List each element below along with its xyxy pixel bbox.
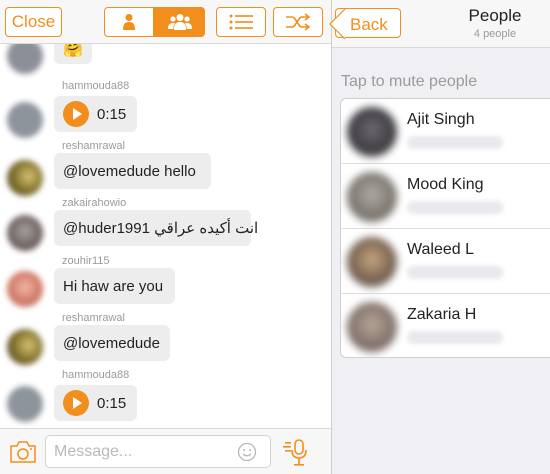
message-username: zouhir115 [62,255,110,267]
audio-duration: 0:15 [97,105,127,123]
message-bubble: @lovemedude hello [54,153,211,189]
avatar[interactable] [7,386,43,422]
back-chevron-icon [329,8,346,40]
audio-duration: 0:15 [97,394,127,412]
audio-message[interactable]: 0:15 [54,385,137,421]
message-username: reshamrawal [62,140,125,152]
person-row[interactable]: Mood King [341,164,550,229]
message-feed[interactable]: 🤗 hammouda88 0:15 reshamrawal @lovemedud… [0,44,331,428]
message-username: zakairahowio [62,197,127,209]
people-list: Ajit Singh Mood King Waleed L Zakaria H [340,98,550,358]
avatar [347,172,397,222]
person-name: Ajit Singh [407,111,475,128]
person-detail [407,331,503,344]
person-row[interactable]: Waleed L [341,229,550,294]
message-text: 🤗 [63,44,83,58]
play-icon[interactable] [63,101,89,127]
message-username: hammouda88 [62,369,130,381]
message-bubble: @lovemedude [54,325,170,361]
close-button[interactable]: Close [5,7,62,37]
person-row[interactable]: Ajit Singh [341,99,550,164]
smiley-icon[interactable] [237,442,257,462]
mute-hint: Tap to mute people [341,73,478,90]
people-toolbar: Back People 4 people [329,0,550,48]
page-title: People [468,6,522,25]
person-row[interactable]: Zakaria H [341,294,550,357]
camera-icon[interactable] [9,440,37,464]
avatar[interactable] [7,215,43,251]
people-count: 4 people [473,28,517,40]
avatar[interactable] [7,102,43,138]
audio-message[interactable]: 0:15 [54,96,137,132]
message-text: @lovemedude hello [63,162,196,180]
avatar [347,107,397,157]
person-name: Zakaria H [407,306,477,323]
back-label: Back [350,15,388,34]
shuffle-button[interactable] [273,7,323,37]
avatar [347,302,397,352]
person-name: Waleed L [407,241,474,258]
message-text: Hi haw are you [63,277,164,295]
back-button[interactable]: Back [329,8,401,40]
avatar[interactable] [7,329,43,365]
message-text: @lovemedude [63,334,160,352]
single-chat-tab[interactable] [104,7,154,37]
avatar[interactable] [7,160,43,196]
play-icon[interactable] [63,390,89,416]
message-username: hammouda88 [62,80,130,92]
people-pane: Back People 4 people Tap to mute people … [329,0,550,474]
avatar[interactable] [7,271,43,307]
chat-pane: Close 🤗 hammouda88 0:15 reshamrawal @lov… [0,0,331,474]
composer-bar [0,428,331,474]
list-button[interactable] [216,7,266,37]
person-name: Mood King [407,176,484,193]
chat-toolbar: Close [0,0,331,44]
message-bubble: 🤗 [54,44,92,64]
message-bubble: Hi haw are you [54,268,175,304]
person-icon [123,14,135,30]
person-detail [407,266,503,279]
person-detail [407,201,503,214]
avatar [347,237,397,287]
person-detail [407,136,503,149]
group-chat-tab[interactable] [154,7,205,37]
message-bubble: @huder1991 انت أكيده عراقي [54,210,258,246]
shuffle-icon [286,13,311,31]
microphone-icon[interactable] [283,438,313,468]
message-text: @huder1991 انت أكيده عراقي [63,220,259,237]
group-icon [167,14,192,30]
avatar[interactable] [7,44,43,74]
list-icon [229,14,253,30]
message-username: reshamrawal [62,312,125,324]
